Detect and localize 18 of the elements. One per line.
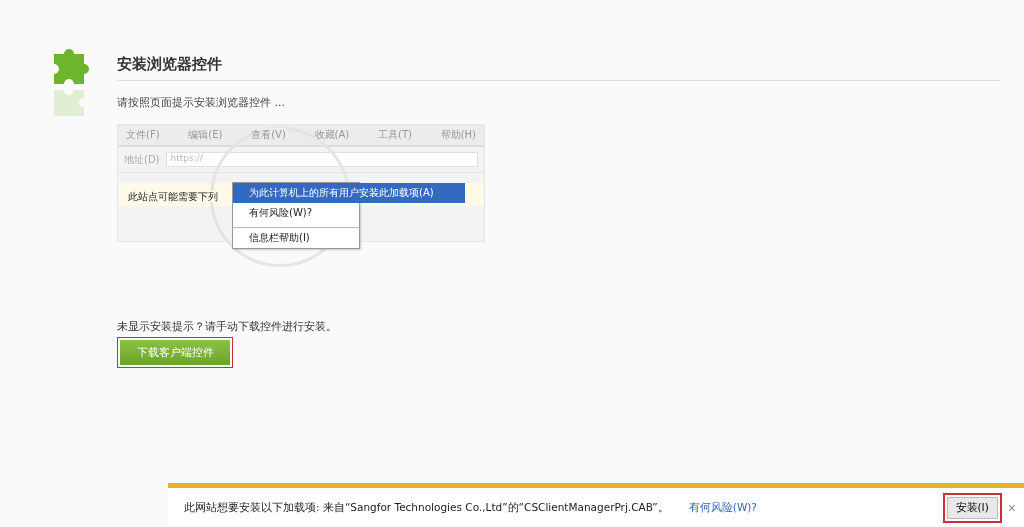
context-menu-item[interactable]: 信息栏帮助(I) bbox=[233, 227, 359, 248]
menu-item[interactable]: 文件(F) bbox=[126, 128, 160, 142]
risk-link[interactable]: 有何风险(W)? bbox=[688, 500, 757, 515]
notification-message: 此网站想要安装以下加载项: 来自“Sangfor Technologies Co.,Ltd”的“CSClientManagerPrj.CAB”。 bbox=[184, 500, 669, 515]
hint-text: 未显示安装提示？请手动下载控件进行安装。 bbox=[117, 319, 338, 334]
context-menu-item[interactable]: 有何风险(W)? bbox=[233, 203, 359, 223]
instruction-text: 请按照页面提示安装浏览器控件 ... bbox=[117, 95, 286, 110]
context-menu-item[interactable]: 为此计算机上的所有用户安装此加载项(A) bbox=[233, 183, 465, 203]
info-bar-text: 此站点可能需要下列 bbox=[128, 191, 218, 202]
menu-item[interactable]: 工具(T) bbox=[378, 128, 412, 142]
close-button[interactable]: × bbox=[1007, 499, 1024, 516]
menu-item[interactable]: 编辑(E) bbox=[188, 128, 223, 142]
menu-item[interactable]: 帮助(H) bbox=[440, 128, 476, 142]
address-field: https:// bbox=[165, 152, 478, 167]
page-title: 安装浏览器控件 bbox=[117, 46, 1000, 81]
download-button[interactable]: 下载客户端控件 bbox=[120, 340, 230, 365]
menu-item[interactable]: 收藏(A) bbox=[314, 128, 350, 142]
menu-item[interactable]: 查看(V) bbox=[251, 128, 286, 142]
